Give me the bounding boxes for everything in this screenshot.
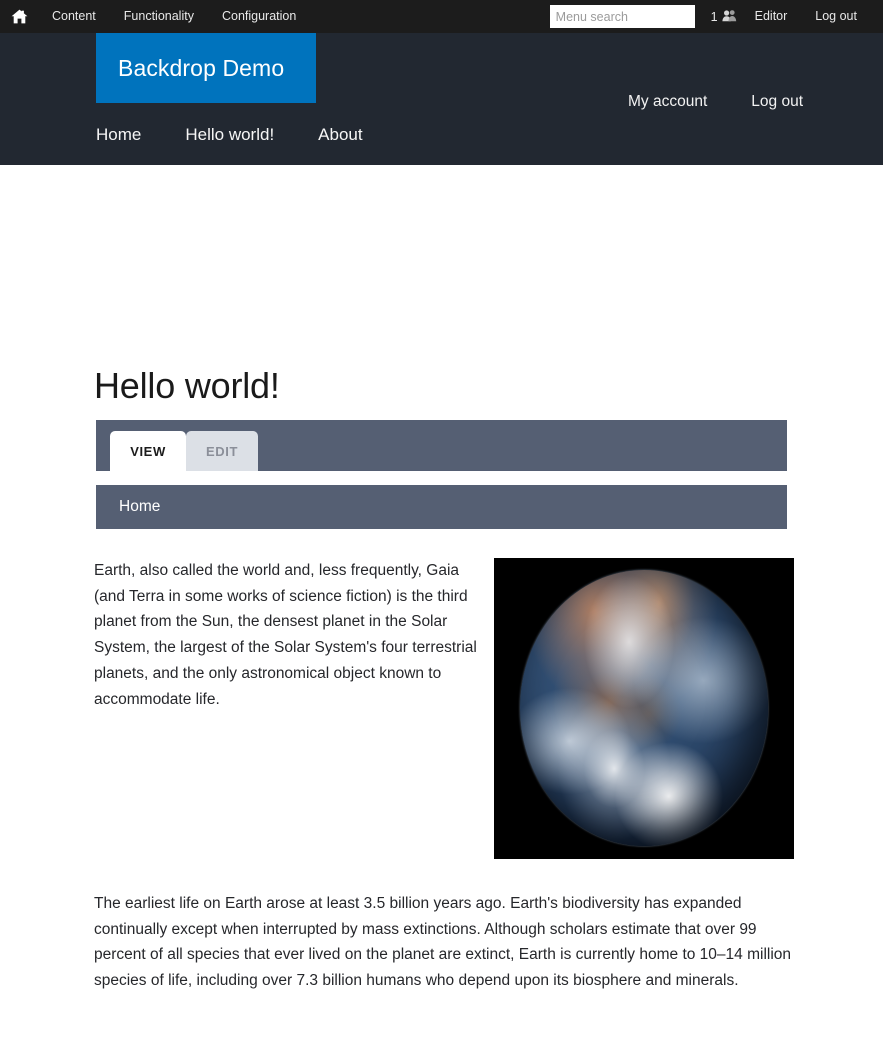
people-icon [722,9,737,25]
menu-search-input[interactable] [549,5,695,28]
admin-link-logout[interactable]: Log out [801,0,871,33]
primary-tabs: VIEW EDIT [96,420,787,471]
page-title: Hello world! [94,365,280,406]
tab-view[interactable]: VIEW [110,431,186,471]
nav-item-home[interactable]: Home [96,125,141,145]
paragraph-2: The earliest life on Earth arose at leas… [94,895,792,990]
account-links: My account Log out [628,93,803,111]
nav-item-hello-world[interactable]: Hello world! [185,125,274,145]
admin-link-editor[interactable]: Editor [741,0,802,33]
site-header-inner: Backdrop Demo My account Log out Home He… [0,33,883,165]
site-name-block[interactable]: Backdrop Demo [96,33,316,103]
tab-edit[interactable]: EDIT [186,431,258,471]
intro-block: Earth, also called the world and, less f… [94,558,794,869]
admin-link-content[interactable]: Content [38,0,110,33]
breadcrumb: Home [96,485,787,529]
my-account-link[interactable]: My account [628,93,707,111]
admin-toolbar: Content Functionality Configuration 1 Ed… [0,0,883,33]
header-logout-link[interactable]: Log out [751,93,803,111]
site-header: Backdrop Demo My account Log out Home He… [0,33,883,165]
admin-link-functionality[interactable]: Functionality [110,0,208,33]
earth-globe-graphic [520,570,768,846]
online-users-indicator[interactable]: 1 [711,9,737,25]
nav-item-about[interactable]: About [318,125,362,145]
admin-toolbar-right: 1 Editor Log out [549,0,871,33]
admin-toolbar-left: Content Functionality Configuration [0,0,310,33]
article-body: Earth, also called the world and, less f… [94,558,794,994]
online-users-count: 1 [710,9,718,24]
admin-link-configuration[interactable]: Configuration [208,0,310,33]
breadcrumb-item-home[interactable]: Home [119,498,160,516]
earth-blue-marble-image [494,558,794,859]
site-name: Backdrop Demo [118,54,285,81]
main-navigation: Home Hello world! About [96,125,407,145]
home-icon[interactable] [0,0,38,33]
